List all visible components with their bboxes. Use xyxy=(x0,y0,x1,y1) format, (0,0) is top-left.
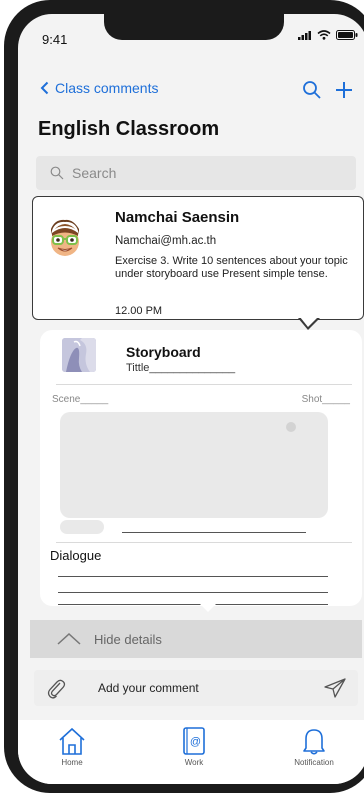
paperclip-icon[interactable] xyxy=(46,677,66,699)
dialogue-line[interactable] xyxy=(58,592,328,593)
storyboard-image-icon xyxy=(62,338,96,372)
screen: 9:41 Class comments English Classroom Se… xyxy=(18,14,364,784)
comment-compose: Add your comment xyxy=(34,670,358,706)
bell-icon xyxy=(303,729,325,755)
chevron-up-icon xyxy=(57,632,81,645)
card-tail xyxy=(200,604,216,612)
dialogue-line[interactable] xyxy=(58,576,328,577)
nav-actions xyxy=(302,80,354,100)
dialogue-line[interactable] xyxy=(58,604,328,605)
notch xyxy=(104,14,284,40)
search-placeholder: Search xyxy=(72,165,117,181)
comment-bubble: Namchai Saensin Namchai@mh.ac.th Exercis… xyxy=(32,196,364,320)
hide-details-label: Hide details xyxy=(94,631,162,647)
tab-notification[interactable]: Notification xyxy=(274,726,354,767)
scene-field[interactable]: Scene_____ xyxy=(52,394,108,405)
storyboard-title: Storyboard xyxy=(126,344,201,360)
back-label: Class comments xyxy=(55,80,159,96)
nav-bar: Class comments xyxy=(18,80,364,104)
home-icon xyxy=(59,727,85,755)
avatar xyxy=(51,219,79,256)
frame-indicator xyxy=(286,422,296,432)
comment-author: Namchai Saensin xyxy=(115,209,240,226)
comment-email[interactable]: Namchai@mh.ac.th xyxy=(115,235,216,247)
status-time: 9:41 xyxy=(42,32,68,47)
comment-time: 12.00 PM xyxy=(115,305,163,317)
search-icon xyxy=(50,166,64,180)
divider xyxy=(56,384,352,385)
tab-work[interactable]: @ Work xyxy=(154,726,234,767)
chevron-left-icon xyxy=(40,81,49,95)
search-icon[interactable] xyxy=(302,80,322,100)
tab-home-label: Home xyxy=(61,758,83,767)
phone-frame: 9:41 Class comments English Classroom Se… xyxy=(4,0,364,793)
comment-message: Exercise 3. Write 10 sentences about you… xyxy=(115,255,348,280)
page-title: English Classroom xyxy=(38,118,220,140)
wifi-icon xyxy=(317,30,331,40)
frame-tag xyxy=(60,520,104,534)
caption-line[interactable] xyxy=(122,532,306,533)
dialogue-label: Dialogue xyxy=(50,548,102,563)
tab-home[interactable]: Home xyxy=(32,726,112,767)
storyboard-thumbnail[interactable] xyxy=(62,338,96,372)
divider xyxy=(56,542,352,543)
tab-work-label: Work xyxy=(184,758,204,767)
tab-bar: Home @ Work Notification xyxy=(18,720,364,784)
work-book-icon: @ xyxy=(183,727,205,755)
back-button[interactable]: Class comments xyxy=(40,80,158,96)
storyboard-card: Storyboard Tittle______________ Scene___… xyxy=(40,330,362,606)
svg-text:@: @ xyxy=(190,736,201,748)
tab-notification-label: Notification xyxy=(294,758,334,767)
send-icon[interactable] xyxy=(324,678,346,698)
status-icons xyxy=(298,30,358,40)
shot-field[interactable]: Shot_____ xyxy=(302,394,350,405)
comment-input[interactable]: Add your comment xyxy=(98,681,324,695)
signal-icon xyxy=(298,30,311,40)
add-icon[interactable] xyxy=(334,80,354,100)
bubble-tail-fill xyxy=(300,317,318,327)
hide-details-button[interactable]: Hide details xyxy=(30,620,362,658)
search-input[interactable]: Search xyxy=(36,156,356,190)
storyboard-title-field[interactable]: Tittle______________ xyxy=(126,362,235,374)
battery-icon xyxy=(336,30,358,40)
